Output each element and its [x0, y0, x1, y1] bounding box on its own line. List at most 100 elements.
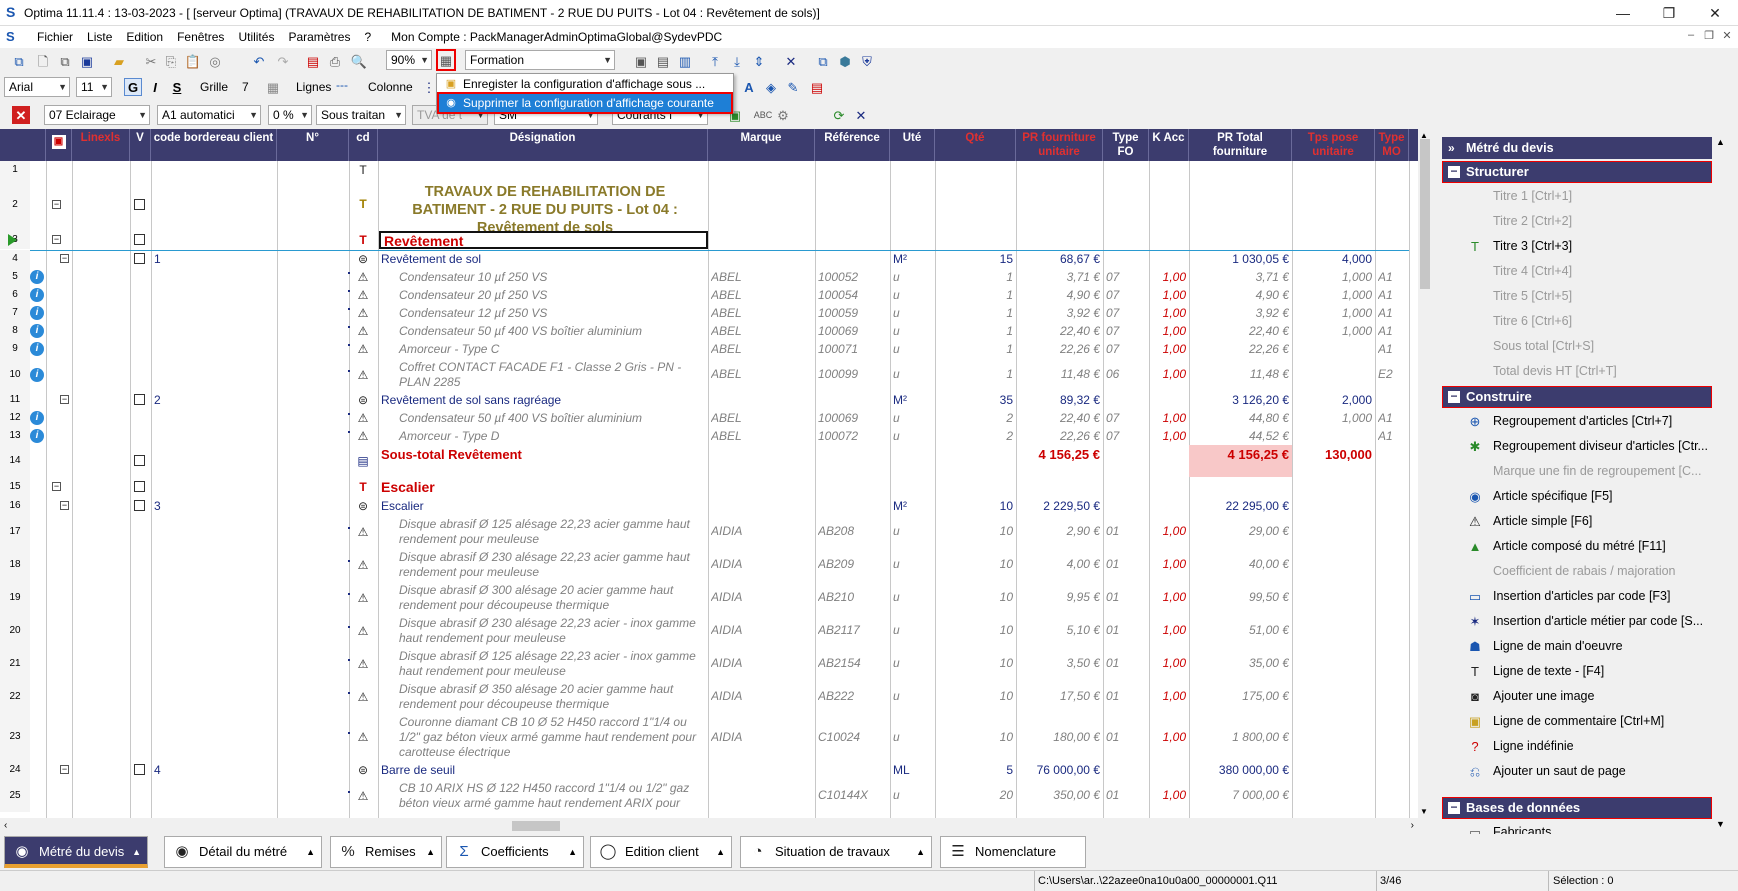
panel-item[interactable]: Titre 1 [Ctrl+1]	[1441, 184, 1713, 209]
tree-toggle[interactable]: −	[52, 235, 61, 244]
tab-menu-arrow-icon[interactable]: ▲	[568, 837, 577, 867]
bottom-tab[interactable]: ◉ Métré du devis ▲	[4, 836, 148, 868]
tree-toggle[interactable]: −	[52, 482, 61, 491]
panel-item[interactable]: ◉ Article spécifique [F5]	[1441, 484, 1713, 509]
tree-toggle[interactable]: −	[60, 501, 69, 510]
close-button[interactable]: ✕	[1692, 0, 1738, 26]
spellcheck-icon[interactable]: ABC	[754, 106, 773, 124]
row-checkbox[interactable]	[134, 500, 145, 511]
wrench-icon[interactable]: ✕	[852, 106, 870, 124]
zoom-select[interactable]: 90% ▼	[386, 50, 432, 70]
info-icon[interactable]: i	[30, 429, 44, 443]
font-color-icon[interactable]: A	[740, 78, 758, 96]
menu-item[interactable]: Fenêtres	[170, 29, 231, 45]
italic-button[interactable]: I	[146, 78, 164, 96]
grid-icon[interactable]: ▦	[264, 78, 282, 96]
panel-scrollbar[interactable]: ▲ ▼	[1713, 135, 1729, 831]
row-number[interactable]: 17	[0, 515, 30, 548]
header-code-bordereau[interactable]: code bordereau client	[151, 129, 277, 161]
panel-structurer-header[interactable]: − Structurer	[1442, 161, 1712, 183]
sous-traitance-select[interactable]: Sous traitan ▼	[316, 105, 406, 125]
row-checkbox[interactable]	[134, 481, 145, 492]
shield-icon[interactable]: ⛨	[858, 52, 876, 70]
code-select[interactable]: A1 automatici ▼	[157, 105, 261, 125]
menu-item[interactable]: Utilités	[231, 29, 281, 45]
row-number[interactable]: 22	[0, 680, 30, 713]
strike-button[interactable]: S	[168, 78, 186, 96]
scroll-down-icon[interactable]: ▼	[1420, 807, 1428, 816]
header-marque[interactable]: Marque	[708, 129, 815, 161]
header-lock[interactable]: ▣	[46, 129, 72, 161]
tree-toggle[interactable]: −	[60, 254, 69, 263]
delete-config-item[interactable]: ◉ Supprimer la configuration d'affichage …	[437, 92, 733, 114]
grille-value[interactable]: 7	[242, 78, 249, 96]
menu-item[interactable]: Mon Compte : PackManagerAdminOptimaGloba…	[384, 29, 729, 45]
bottom-tab[interactable]: ◔ Situation de travaux ▲	[740, 836, 932, 868]
refresh-icon[interactable]: ⟳	[830, 106, 848, 124]
quote-grid[interactable]: ▣ Linexls V code bordereau client N° cd …	[0, 129, 1430, 818]
hscroll-thumb[interactable]	[512, 821, 560, 831]
menu-item[interactable]: Fichier	[30, 29, 80, 45]
copy-doc-icon[interactable]: ⧉	[56, 52, 74, 70]
undo-icon[interactable]: ↶	[250, 52, 268, 70]
mdi-close-button[interactable]: ✕	[1718, 29, 1736, 42]
header-ute[interactable]: Uté	[890, 129, 935, 161]
row-number[interactable]: 15	[0, 477, 30, 497]
panel-item[interactable]: T Titre 3 [Ctrl+3]	[1441, 234, 1713, 259]
header-num[interactable]: N°	[277, 129, 349, 161]
bottom-tab[interactable]: ◯ Edition client ▲	[590, 836, 732, 868]
tab-menu-arrow-icon[interactable]: ▲	[426, 837, 435, 867]
print-preview-icon[interactable]: 🔍	[350, 52, 368, 70]
clear-icon[interactable]: ◎	[206, 52, 224, 70]
panel-item[interactable]: ▭ Insertion d'articles par code [F3]	[1441, 584, 1713, 609]
grid-vertical-scrollbar[interactable]: ▲ ▼	[1418, 129, 1432, 818]
lot-select[interactable]: 07 Eclairage ▼	[44, 105, 150, 125]
header-type-mo[interactable]: Type MO	[1375, 129, 1409, 161]
row-number[interactable]: 5	[0, 268, 30, 286]
menu-logo-icon[interactable]: S	[6, 29, 15, 44]
info-icon[interactable]: i	[30, 270, 44, 284]
row-number[interactable]: 12	[0, 409, 30, 427]
row-number[interactable]: 10	[0, 358, 30, 391]
move-updown-icon[interactable]: ⇕	[750, 52, 768, 70]
row-number[interactable]: 20	[0, 614, 30, 647]
row-checkbox[interactable]	[134, 234, 145, 245]
tree-toggle[interactable]: −	[52, 200, 61, 209]
row-checkbox[interactable]	[134, 253, 145, 264]
pdf-icon[interactable]: ▤	[304, 52, 322, 70]
panel-item[interactable]: Titre 6 [Ctrl+6]	[1441, 309, 1713, 334]
bottom-tab[interactable]: % Remises ▲	[330, 836, 442, 868]
panel-item[interactable]: ✶ Insertion d'article métier par code [S.…	[1441, 609, 1713, 634]
maximize-button[interactable]: ❐	[1646, 0, 1692, 26]
panel-scroll-up-icon[interactable]: ▲	[1716, 137, 1725, 147]
minimize-button[interactable]: —	[1600, 0, 1646, 26]
menu-item[interactable]: ?	[357, 29, 378, 45]
bottom-tab[interactable]: Σ Coefficients ▲	[446, 836, 584, 868]
panel-item[interactable]: ▣ Ligne de commentaire [Ctrl+M]	[1441, 709, 1713, 734]
header-designation[interactable]: Désignation	[378, 129, 708, 161]
scroll-right-icon[interactable]: ›	[1411, 820, 1414, 831]
panel-item[interactable]: ✱ Regroupement diviseur d'articles [Ctr..…	[1441, 434, 1713, 459]
header-linexls[interactable]: Linexls	[72, 129, 130, 161]
panel-item[interactable]: Titre 4 [Ctrl+4]	[1441, 259, 1713, 284]
fill-color-icon[interactable]: ◈	[762, 78, 780, 96]
panel-item[interactable]: Coefficient de rabais / majoration	[1441, 559, 1713, 584]
menu-item[interactable]: Edition	[119, 29, 170, 45]
tab-menu-arrow-icon[interactable]: ▲	[132, 837, 141, 867]
delete-icon[interactable]: ✕	[12, 106, 30, 124]
info-icon[interactable]: i	[30, 324, 44, 338]
row-number[interactable]: 2	[0, 179, 30, 231]
header-tps-pose[interactable]: Tps pose unitaire	[1292, 129, 1375, 161]
tools-icon[interactable]: ✕	[782, 52, 800, 70]
info-icon[interactable]: i	[30, 342, 44, 356]
row-number[interactable]: 7	[0, 304, 30, 322]
panel-item[interactable]: Titre 2 [Ctrl+2]	[1441, 209, 1713, 234]
info-icon[interactable]: i	[30, 288, 44, 302]
panel-item[interactable]: ⚠ Article simple [F6]	[1441, 509, 1713, 534]
panel-item[interactable]: ◙ Ajouter une image	[1441, 684, 1713, 709]
cut-icon[interactable]: ✂	[142, 52, 160, 70]
panel-item[interactable]: T Ligne de texte - [F4]	[1441, 659, 1713, 684]
paste-icon[interactable]: 📋	[184, 52, 202, 70]
redo-icon[interactable]: ↷	[274, 52, 292, 70]
row-number[interactable]: 19	[0, 581, 30, 614]
